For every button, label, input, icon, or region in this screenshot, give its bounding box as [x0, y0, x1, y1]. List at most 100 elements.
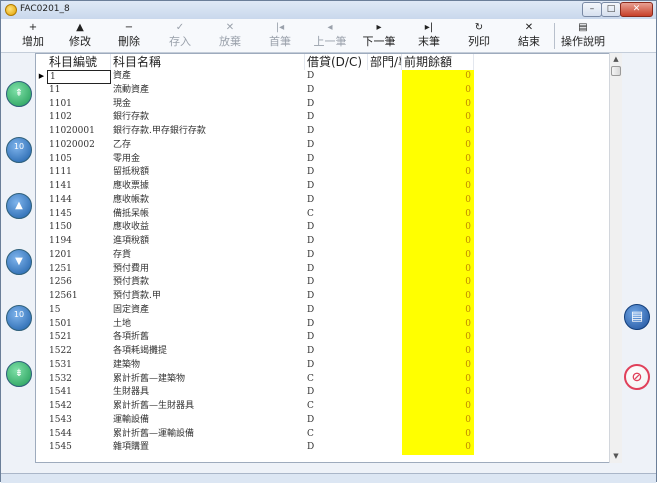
cell-name[interactable]: 零用金: [111, 153, 306, 167]
cell-name[interactable]: 留抵稅額: [111, 166, 306, 180]
cell-code[interactable]: 1545: [47, 441, 111, 455]
cell-dept[interactable]: [368, 139, 402, 153]
header-balance[interactable]: 前期餘額: [402, 54, 474, 70]
cell-dc[interactable]: D: [305, 235, 368, 249]
cell-balance[interactable]: 0: [402, 193, 474, 208]
cell-name[interactable]: 固定資產: [111, 304, 306, 318]
cell-name[interactable]: 累計折舊—運輸設備: [111, 428, 306, 442]
cell-dc[interactable]: D: [305, 290, 368, 304]
cell-dc[interactable]: D: [305, 386, 368, 400]
cell-dept[interactable]: [368, 125, 402, 139]
cell-balance[interactable]: 0: [402, 262, 474, 277]
cell-dept[interactable]: [368, 153, 402, 167]
table-row[interactable]: 1102 銀行存款 D 0: [36, 111, 621, 125]
table-row[interactable]: 1194 進項稅額 D 0: [36, 235, 621, 249]
cell-dept[interactable]: [368, 414, 402, 428]
cell-code[interactable]: 1150: [47, 221, 111, 235]
table-row[interactable]: 1501 土地 D 0: [36, 317, 621, 332]
cell-name[interactable]: 運輸設備: [111, 414, 306, 428]
cell-name[interactable]: 銀行存款.甲存銀行存款: [111, 125, 306, 139]
cell-balance[interactable]: 0: [402, 83, 474, 98]
table-row[interactable]: 1544 累計折舊—運輸設備 C 0: [36, 427, 621, 442]
cell-balance[interactable]: 0: [402, 441, 474, 455]
table-row[interactable]: 1521 各項折舊 D 0: [36, 331, 621, 345]
nav-back-10-button[interactable]: 10: [6, 137, 32, 163]
cell-balance[interactable]: 0: [402, 235, 474, 249]
cell-balance[interactable]: 0: [402, 331, 474, 345]
discard-button[interactable]: ✕ 放棄: [208, 21, 252, 53]
cell-dc[interactable]: D: [305, 318, 368, 332]
cell-dept[interactable]: [368, 111, 402, 125]
cell-balance[interactable]: 0: [402, 372, 474, 387]
cell-name[interactable]: 資產: [111, 70, 306, 84]
table-row[interactable]: 1256 預付貨款 D 0: [36, 276, 621, 290]
table-row[interactable]: 11020002 乙存 D 0: [36, 138, 621, 153]
cell-dc[interactable]: D: [305, 98, 368, 112]
cell-name[interactable]: 存貨: [111, 249, 306, 263]
cell-dc[interactable]: D: [305, 166, 368, 180]
cell-dc[interactable]: D: [305, 359, 368, 373]
delete-button[interactable]: − 刪除: [107, 21, 151, 53]
cell-dept[interactable]: [368, 290, 402, 304]
nav-last-button[interactable]: ⇟: [6, 361, 32, 387]
cell-balance[interactable]: 0: [402, 97, 474, 112]
cell-balance[interactable]: 0: [402, 358, 474, 373]
cell-code[interactable]: 15: [47, 304, 111, 318]
cell-code[interactable]: 1541: [47, 386, 111, 400]
cell-dept[interactable]: [368, 428, 402, 442]
edit-button[interactable]: ▲ 修改: [58, 21, 102, 53]
cell-dept[interactable]: [368, 235, 402, 249]
exit-button[interactable]: ✕ 結束: [507, 21, 551, 53]
cell-balance[interactable]: 0: [402, 166, 474, 180]
cell-code[interactable]: 1544: [47, 428, 111, 442]
cell-code[interactable]: 1102: [47, 111, 111, 125]
table-row[interactable]: 1541 生財器具 D 0: [36, 386, 621, 400]
cell-balance[interactable]: 0: [402, 248, 474, 263]
maximize-button[interactable]: □: [601, 2, 621, 17]
table-row[interactable]: 1543 運輸設備 D 0: [36, 413, 621, 428]
cell-dept[interactable]: [368, 331, 402, 345]
cell-name[interactable]: 預付貨款: [111, 276, 306, 290]
help-button[interactable]: ▤ 操作說明: [558, 21, 608, 53]
table-row[interactable]: 1144 應收帳款 D 0: [36, 193, 621, 208]
cell-balance[interactable]: 0: [402, 221, 474, 235]
cell-name[interactable]: 預付費用: [111, 263, 306, 277]
cell-code[interactable]: 1144: [47, 194, 111, 208]
cell-code[interactable]: 1194: [47, 235, 111, 249]
cell-name[interactable]: 應收票據: [111, 180, 306, 194]
cell-dc[interactable]: D: [305, 414, 368, 428]
cell-balance[interactable]: 0: [402, 427, 474, 442]
cell-dc[interactable]: D: [305, 125, 368, 139]
cell-code[interactable]: 1256: [47, 276, 111, 290]
cell-balance[interactable]: 0: [402, 138, 474, 153]
cell-dept[interactable]: [368, 304, 402, 318]
cell-code[interactable]: 1501: [47, 318, 111, 332]
table-row[interactable]: 15 固定資產 D 0: [36, 303, 621, 318]
cell-dept[interactable]: [368, 180, 402, 194]
cell-name[interactable]: 雜項購置: [111, 441, 306, 455]
cell-dept[interactable]: [368, 276, 402, 290]
cell-name[interactable]: 銀行存款: [111, 111, 306, 125]
cell-name[interactable]: 各項耗竭攤提: [111, 345, 306, 359]
cell-name[interactable]: 乙存: [111, 139, 306, 153]
table-row[interactable]: 1201 存貨 D 0: [36, 248, 621, 263]
cell-code[interactable]: 1251: [47, 263, 111, 277]
scroll-up-icon[interactable]: ▲: [610, 53, 622, 65]
prev-record-button[interactable]: ◂ 上一筆: [308, 21, 352, 53]
cell-code[interactable]: 1201: [47, 249, 111, 263]
cell-code[interactable]: 1532: [47, 373, 111, 387]
table-row[interactable]: 1105 零用金 D 0: [36, 152, 621, 167]
scroll-thumb[interactable]: [611, 66, 621, 76]
cell-dc[interactable]: D: [305, 70, 368, 84]
cell-code[interactable]: 1101: [47, 98, 111, 112]
cell-balance[interactable]: 0: [402, 152, 474, 167]
cell-name[interactable]: 累計折舊—建築物: [111, 373, 306, 387]
cell-dept[interactable]: [368, 194, 402, 208]
cell-dept[interactable]: [368, 98, 402, 112]
cell-balance[interactable]: 0: [402, 276, 474, 290]
table-row[interactable]: 1111 留抵稅額 D 0: [36, 166, 621, 180]
cell-code[interactable]: 11: [47, 84, 111, 98]
cell-dc[interactable]: D: [305, 84, 368, 98]
cell-dc[interactable]: C: [305, 208, 368, 222]
cell-balance[interactable]: 0: [402, 386, 474, 400]
